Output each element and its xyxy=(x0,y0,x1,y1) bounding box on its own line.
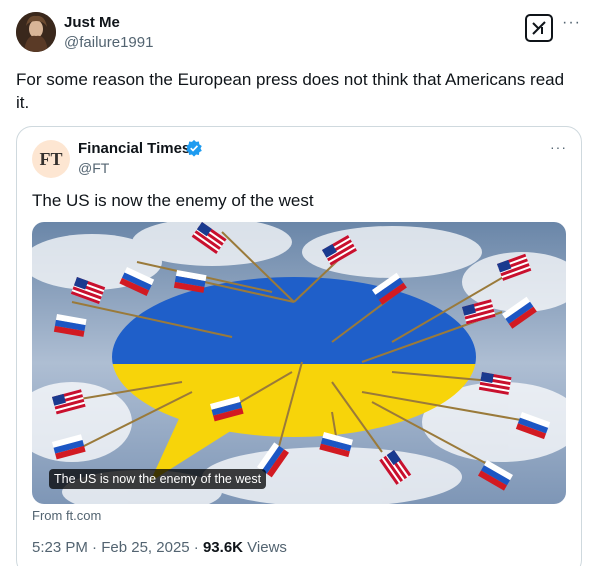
tweet-meta: 5:23 PM · Feb 25, 2025 · 93.6K Views xyxy=(32,539,287,556)
quote-text: The US is now the enemy of the west xyxy=(32,191,314,210)
quote-more-icon[interactable]: ··· xyxy=(550,139,567,155)
views-label: Views xyxy=(247,539,287,556)
grok-icon xyxy=(532,21,546,35)
author-avatar[interactable] xyxy=(16,12,56,52)
grok-button[interactable] xyxy=(525,14,553,42)
article-image[interactable]: The US is now the enemy of the west xyxy=(32,222,566,504)
tweet-time[interactable]: 5:23 PM xyxy=(32,539,88,556)
quote-author-name[interactable]: Financial Times xyxy=(78,140,190,157)
source-link[interactable]: From ft.com xyxy=(32,508,101,523)
verified-badge-icon xyxy=(186,139,202,157)
separator-dot: · xyxy=(92,539,102,556)
views-count: 93.6K xyxy=(202,539,243,556)
separator-dot: · xyxy=(193,539,203,556)
more-icon[interactable]: ··· xyxy=(562,14,581,32)
portrait-image xyxy=(16,12,56,52)
author-name[interactable]: Just Me xyxy=(64,14,120,31)
tweet-date[interactable]: Feb 25, 2025 xyxy=(101,539,189,556)
quote-tweet-card[interactable]: FT Financial Times @FT ··· The US is now… xyxy=(16,126,582,566)
tweet-text: For some reason the European press does … xyxy=(16,70,565,112)
quote-author-handle[interactable]: @FT xyxy=(78,160,109,176)
author-handle[interactable]: @failure1991 xyxy=(64,34,153,51)
ft-avatar[interactable]: FT xyxy=(32,140,70,178)
media-caption: The US is now the enemy of the west xyxy=(49,469,267,489)
ukraine-speech-bubble-arrows-illustration xyxy=(32,222,566,504)
